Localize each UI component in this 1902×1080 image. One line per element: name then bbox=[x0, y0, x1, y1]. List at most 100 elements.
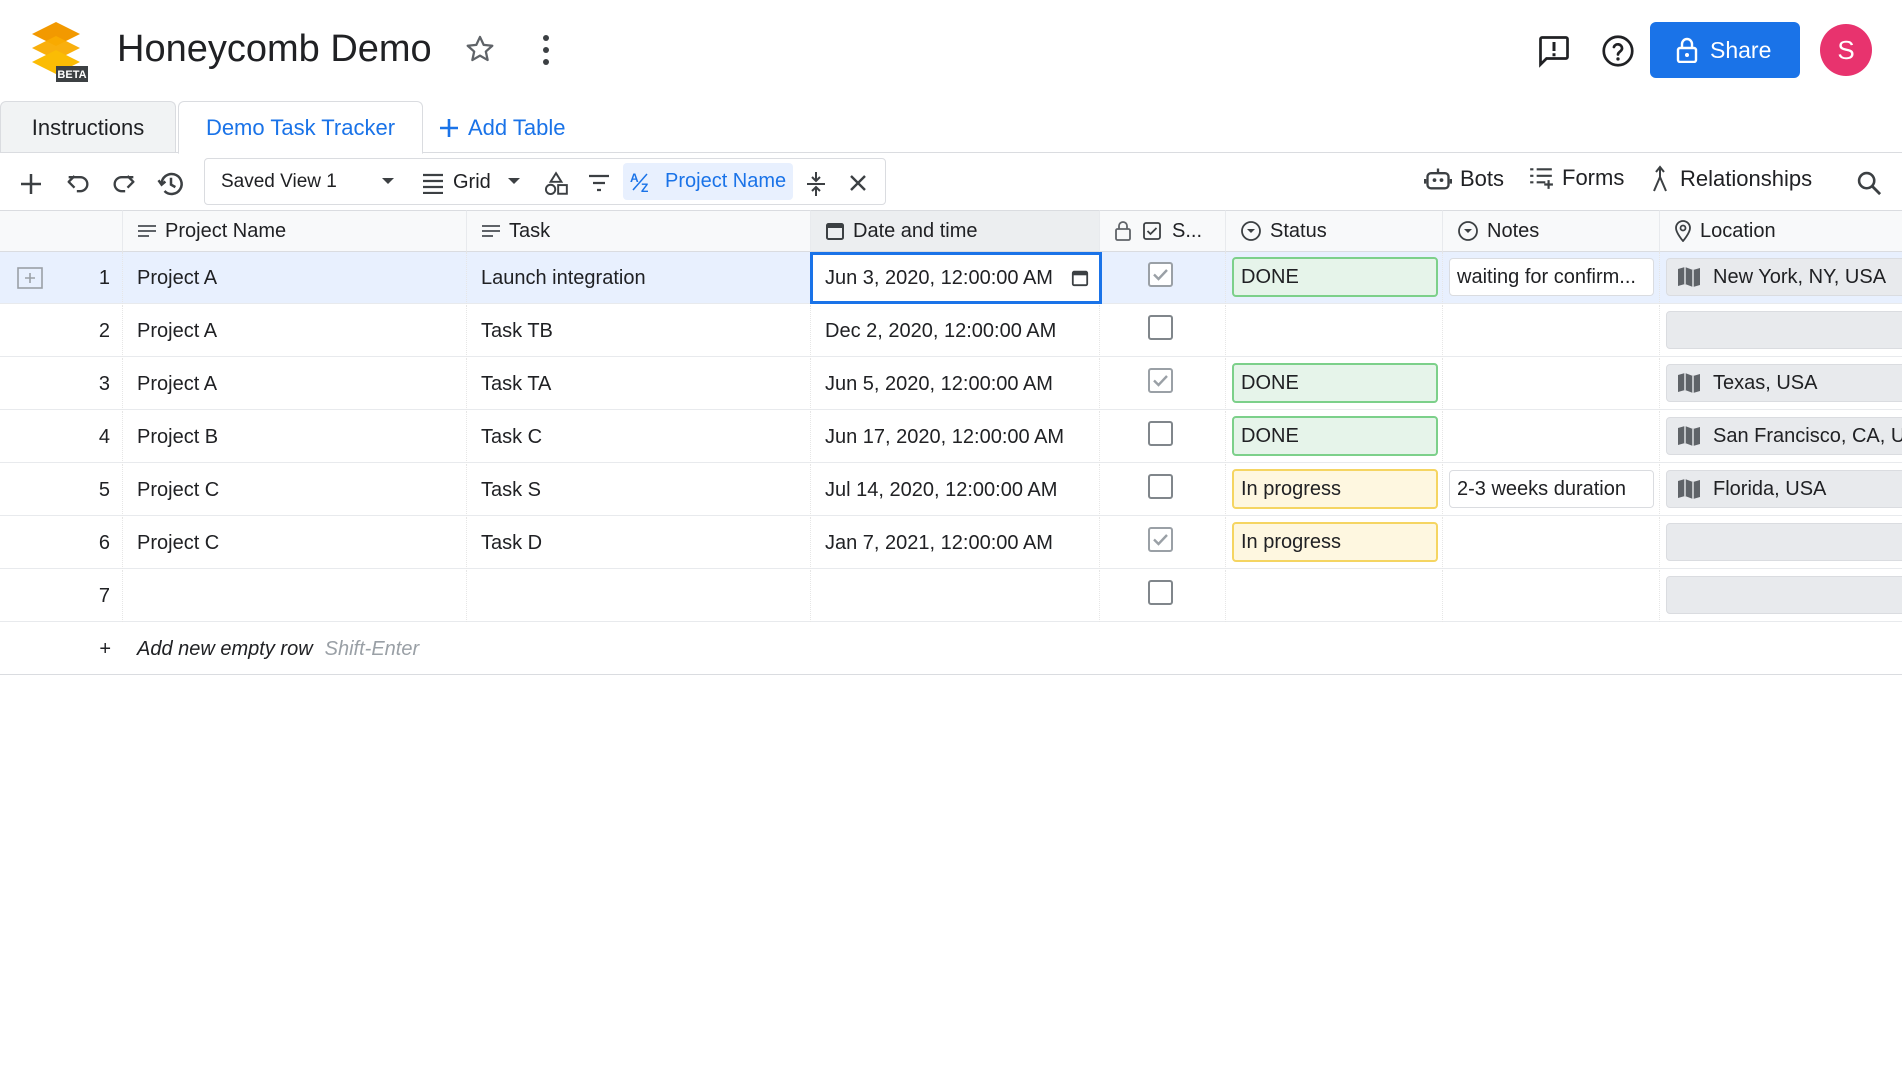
cell-notes[interactable] bbox=[1443, 517, 1660, 569]
grid-list-icon[interactable] bbox=[421, 172, 445, 194]
table-row[interactable]: 5 Project C Task S Jul 14, 2020, 12:00:0… bbox=[0, 464, 1902, 516]
cell-checkbox[interactable] bbox=[1100, 517, 1226, 569]
cell-project[interactable]: Project A bbox=[123, 252, 467, 304]
layout-select[interactable]: Grid bbox=[453, 171, 491, 194]
calendar-icon[interactable] bbox=[1071, 269, 1089, 287]
bots-button[interactable]: Bots bbox=[1424, 165, 1504, 193]
cell-date[interactable]: Jun 17, 2020, 12:00:00 AM bbox=[811, 411, 1100, 463]
table-row[interactable]: 4 Project B Task C Jun 17, 2020, 12:00:0… bbox=[0, 411, 1902, 463]
checkbox-unchecked[interactable] bbox=[1148, 474, 1173, 499]
cell-checkbox[interactable] bbox=[1100, 570, 1226, 622]
table-row[interactable]: 6 Project C Task D Jan 7, 2021, 12:00:00… bbox=[0, 517, 1902, 569]
cell-date[interactable]: Dec 2, 2020, 12:00:00 AM bbox=[811, 305, 1100, 357]
add-row-plus-icon[interactable]: + bbox=[50, 623, 123, 675]
user-avatar[interactable]: S bbox=[1820, 24, 1872, 76]
cell-task[interactable]: Task TB bbox=[467, 305, 811, 357]
chevron-down-icon[interactable] bbox=[507, 177, 521, 186]
cell-date[interactable]: Jul 14, 2020, 12:00:00 AM bbox=[811, 464, 1100, 516]
cell-task[interactable]: Task D bbox=[467, 517, 811, 569]
cell-task[interactable]: Task C bbox=[467, 411, 811, 463]
cell-task[interactable] bbox=[467, 570, 811, 622]
relationships-button[interactable]: Relationships bbox=[1648, 165, 1812, 193]
cell-location[interactable]: New York, NY, USA bbox=[1660, 252, 1902, 304]
cell-location[interactable] bbox=[1660, 517, 1902, 569]
more-vert-icon[interactable] bbox=[534, 32, 558, 68]
add-row-text[interactable]: Add new empty row Shift-Enter bbox=[123, 623, 823, 675]
checkbox-checked[interactable] bbox=[1148, 527, 1173, 552]
cell-project[interactable]: Project A bbox=[123, 305, 467, 357]
star-icon[interactable] bbox=[463, 32, 497, 66]
feedback-icon[interactable] bbox=[1536, 33, 1572, 69]
cell-notes[interactable] bbox=[1443, 570, 1660, 622]
add-icon[interactable] bbox=[16, 169, 46, 199]
cell-project[interactable] bbox=[123, 570, 467, 622]
location-chip[interactable]: Florida, USA bbox=[1666, 470, 1902, 508]
cell-date-editing[interactable]: Jun 3, 2020, 12:00:00 AM bbox=[810, 252, 1102, 304]
cell-project[interactable]: Project B bbox=[123, 411, 467, 463]
cell-task[interactable]: Task TA bbox=[467, 358, 811, 410]
location-chip-empty[interactable] bbox=[1666, 576, 1902, 614]
chevron-down-icon[interactable] bbox=[381, 177, 395, 186]
cell-location[interactable] bbox=[1660, 305, 1902, 357]
group-shapes-icon[interactable] bbox=[543, 171, 569, 197]
help-icon[interactable] bbox=[1600, 33, 1636, 69]
cell-status[interactable]: In progress bbox=[1226, 464, 1443, 516]
cell-location[interactable]: San Francisco, CA, US bbox=[1660, 411, 1902, 463]
history-icon[interactable] bbox=[156, 169, 186, 199]
column-header-task[interactable]: Task bbox=[467, 210, 811, 252]
column-header-project-name[interactable]: Project Name bbox=[123, 210, 467, 252]
redo-icon[interactable] bbox=[110, 169, 138, 197]
cell-status[interactable]: In progress bbox=[1226, 517, 1443, 569]
checkbox-checked[interactable] bbox=[1148, 262, 1173, 287]
cell-status[interactable]: DONE bbox=[1226, 252, 1443, 304]
tab-instructions[interactable]: Instructions bbox=[0, 101, 176, 154]
cell-notes[interactable]: 2-3 weeks duration bbox=[1443, 464, 1660, 516]
sort-chip[interactable]: AZ Project Name bbox=[623, 163, 793, 200]
saved-view-select[interactable]: Saved View 1 bbox=[221, 171, 337, 193]
location-chip[interactable]: Texas, USA bbox=[1666, 364, 1902, 402]
document-title[interactable]: Honeycomb Demo bbox=[117, 28, 432, 71]
checkbox-unchecked[interactable] bbox=[1148, 580, 1173, 605]
cell-project[interactable]: Project A bbox=[123, 358, 467, 410]
cell-project[interactable]: Project C bbox=[123, 464, 467, 516]
row-expand-icon[interactable] bbox=[0, 252, 50, 304]
checkbox-checked[interactable] bbox=[1148, 368, 1173, 393]
cell-task[interactable]: Launch integration bbox=[467, 252, 811, 304]
column-header-location[interactable]: Location bbox=[1660, 210, 1902, 252]
cell-checkbox[interactable] bbox=[1100, 411, 1226, 463]
cell-status[interactable] bbox=[1226, 305, 1443, 357]
cell-checkbox[interactable] bbox=[1100, 358, 1226, 410]
cell-checkbox[interactable] bbox=[1100, 464, 1226, 516]
table-row[interactable]: 2 Project A Task TB Dec 2, 2020, 12:00:0… bbox=[0, 305, 1902, 357]
cell-location[interactable]: Texas, USA bbox=[1660, 358, 1902, 410]
location-chip[interactable]: San Francisco, CA, US bbox=[1666, 417, 1902, 455]
cell-location[interactable] bbox=[1660, 570, 1902, 622]
cell-notes[interactable] bbox=[1443, 411, 1660, 463]
location-chip[interactable]: New York, NY, USA bbox=[1666, 258, 1902, 296]
undo-icon[interactable] bbox=[64, 169, 92, 197]
cell-status[interactable]: DONE bbox=[1226, 358, 1443, 410]
cell-task[interactable]: Task S bbox=[467, 464, 811, 516]
cell-notes[interactable] bbox=[1443, 358, 1660, 410]
column-header-date-time[interactable]: Date and time bbox=[811, 210, 1100, 252]
forms-button[interactable]: Forms bbox=[1528, 165, 1624, 191]
cell-date[interactable] bbox=[811, 570, 1100, 622]
location-chip-empty[interactable] bbox=[1666, 523, 1902, 561]
close-icon[interactable] bbox=[847, 172, 869, 194]
location-chip-empty[interactable] bbox=[1666, 311, 1902, 349]
column-header-checkbox[interactable]: S... bbox=[1100, 210, 1226, 252]
share-button[interactable]: Share bbox=[1650, 22, 1800, 78]
checkbox-unchecked[interactable] bbox=[1148, 315, 1173, 340]
checkbox-unchecked[interactable] bbox=[1148, 421, 1173, 446]
cell-status[interactable] bbox=[1226, 570, 1443, 622]
honeycomb-logo[interactable]: BETA bbox=[28, 22, 92, 84]
add-table-button[interactable]: Add Table bbox=[438, 101, 588, 154]
cell-date[interactable]: Jan 7, 2021, 12:00:00 AM bbox=[811, 517, 1100, 569]
row-height-icon[interactable] bbox=[805, 171, 827, 197]
search-icon[interactable] bbox=[1855, 169, 1883, 197]
filter-icon[interactable] bbox=[587, 172, 611, 194]
add-row-bar[interactable]: + Add new empty row Shift-Enter bbox=[0, 623, 1902, 675]
cell-notes[interactable]: waiting for confirm... bbox=[1443, 252, 1660, 304]
table-row[interactable]: 1 Project A Launch integration Jun 3, 20… bbox=[0, 252, 1902, 304]
cell-location[interactable]: Florida, USA bbox=[1660, 464, 1902, 516]
